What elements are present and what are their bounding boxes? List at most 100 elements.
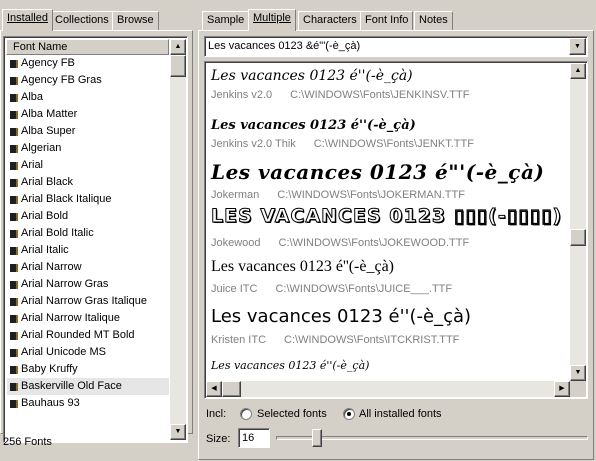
sample-text-input[interactable]: Les vacances 0123 &é"'(-è_çà): [208, 40, 360, 52]
truetype-font-icon: [10, 128, 18, 136]
truetype-font-icon: [10, 179, 18, 187]
all-installed-fonts-label[interactable]: All installed fonts: [359, 408, 442, 420]
selected-fonts-radio[interactable]: [240, 408, 252, 420]
preview-sample-2: Les vacances 0123 é''(-è_çà): [211, 118, 416, 133]
font-list-item[interactable]: Arial Narrow Gras: [7, 276, 169, 293]
font-list-item[interactable]: Arial Narrow Gras Italique: [7, 293, 169, 310]
font-list-item[interactable]: Algerian: [7, 140, 169, 157]
font-list-item-label: Arial Italic: [21, 244, 69, 256]
font-list-item[interactable]: Arial Narrow: [7, 259, 169, 276]
preview-font-path-1: C:\WINDOWS\Fonts\JENKINSV.TTF: [290, 89, 470, 101]
preview-scroll-left-button[interactable]: ◀: [206, 381, 222, 397]
truetype-font-icon: [10, 281, 18, 289]
size-slider-track[interactable]: [276, 436, 588, 440]
tab-font-info-label: Font Info: [365, 14, 409, 26]
preview-meta-4: Jokewood C:\WINDOWS\Fonts\JOKEWOOD.TTF: [211, 237, 469, 249]
preview-sample-1: Les vacances 0123 é''(-è_çà): [211, 68, 413, 84]
font-list-item-label: Arial Rounded MT Bold: [21, 329, 135, 341]
font-list-item-label: Arial Bold Italic: [21, 227, 94, 239]
preview-font-name-6: Kristen ITC: [211, 334, 267, 346]
font-list-item[interactable]: Arial Bold Italic: [7, 225, 169, 242]
tab-sample[interactable]: Sample: [202, 11, 250, 30]
preview-font-name-4: Jokewood: [211, 237, 261, 249]
installed-panel: Font Name Agency FB Agency FB Gras Alba Alb…: [0, 30, 193, 443]
font-list[interactable]: Font Name Agency FB Agency FB Gras Alba Alb…: [3, 36, 188, 443]
scrollbar-corner: [570, 381, 586, 397]
preview-font-name-2: Jenkins v2.0 Thik: [211, 138, 296, 150]
font-list-item-label: Arial Unicode MS: [21, 346, 106, 358]
preview-vertical-scroll-thumb[interactable]: [570, 229, 586, 246]
font-list-scroll-thumb[interactable]: [170, 55, 186, 77]
font-list-item[interactable]: Baby Kruffy: [7, 361, 169, 378]
preview-horizontal-scrollbar[interactable]: ◀ ▶: [206, 381, 570, 397]
font-list-item-label: Alba Matter: [21, 108, 78, 120]
tab-multiple[interactable]: Multiple: [248, 9, 296, 31]
truetype-font-icon: [10, 162, 18, 170]
preview-font-name-3: Jokerman: [211, 189, 260, 201]
font-list-item-label: Agency FB: [21, 57, 75, 69]
font-list-item-label: Arial Narrow Gras: [21, 278, 109, 290]
font-list-item[interactable]: Arial: [7, 157, 169, 174]
truetype-font-icon: [10, 349, 18, 357]
font-name-header-label: Font Name: [13, 41, 68, 53]
font-list-item[interactable]: Bauhaus 93: [7, 395, 169, 412]
tab-notes[interactable]: Notes: [414, 11, 453, 30]
truetype-font-icon: [10, 77, 18, 85]
font-list-item[interactable]: Agency FB Gras: [7, 72, 169, 89]
font-list-item[interactable]: Arial Black: [7, 174, 169, 191]
size-slider-thumb[interactable]: [312, 429, 323, 447]
include-label: Incl:: [206, 408, 227, 420]
tab-font-info[interactable]: Font Info: [360, 11, 414, 30]
preview-sample-5: Les vacances 0123 é''(-è_çà): [211, 258, 394, 275]
preview-font-path-3: C:\WINDOWS\Fonts\JOKERMAN.TTF: [277, 189, 465, 201]
preview-font-name-5: Juice ITC: [211, 283, 258, 295]
preview-horizontal-scroll-thumb[interactable]: [222, 381, 241, 397]
preview-font-path-2: C:\WINDOWS\Fonts\JENKT.TTF: [313, 138, 474, 150]
font-list-item[interactable]: Alba: [7, 89, 169, 106]
font-list-item[interactable]: Arial Bold: [7, 208, 169, 225]
font-list-item-label: Bauhaus 93: [21, 397, 80, 409]
tab-browse[interactable]: Browse: [112, 11, 159, 30]
scroll-up-button[interactable]: ▲: [170, 39, 186, 55]
sample-text-combo[interactable]: Les vacances 0123 &é"'(-è_çà) ▼: [204, 36, 588, 57]
font-list-item[interactable]: Baskerville Old Face: [7, 378, 169, 395]
preview-meta-3: Jokerman C:\WINDOWS\Fonts\JOKERMAN.TTF: [211, 189, 465, 201]
preview-scroll-up-button[interactable]: ▲: [570, 63, 586, 79]
size-input[interactable]: 16: [238, 428, 270, 448]
font-list-item[interactable]: Agency FB: [7, 55, 169, 72]
preview-scroll-down-button[interactable]: ▼: [570, 365, 586, 381]
font-name-column-header[interactable]: Font Name: [6, 39, 169, 55]
tab-collections[interactable]: Collections: [50, 11, 114, 30]
truetype-font-icon: [10, 213, 18, 221]
sample-text-dropdown-button[interactable]: ▼: [569, 38, 586, 55]
font-list-item-label: Alba: [21, 91, 44, 103]
font-list-item[interactable]: Arial Narrow Italique: [7, 310, 169, 327]
preview-meta-5: Juice ITC C:\WINDOWS\Fonts\JUICE___.TTF: [211, 283, 452, 295]
tab-characters[interactable]: Characters: [298, 11, 362, 30]
font-list-scrollbar[interactable]: ▲ ▼: [170, 39, 186, 440]
font-list-item-label: Arial Black: [21, 176, 73, 188]
truetype-font-icon: [10, 145, 18, 153]
tab-installed[interactable]: Installed: [2, 9, 53, 31]
preview-font-path-4: C:\WINDOWS\Fonts\JOKEWOOD.TTF: [278, 237, 470, 249]
preview-vertical-scrollbar[interactable]: ▲ ▼: [570, 63, 586, 381]
font-list-item[interactable]: Arial Italic: [7, 242, 169, 259]
font-list-item[interactable]: Alba Super: [7, 123, 169, 140]
font-list-item[interactable]: Arial Black Italique: [7, 191, 169, 208]
scroll-down-button[interactable]: ▼: [170, 424, 186, 440]
font-list-item-label: Arial Narrow: [21, 261, 82, 273]
truetype-font-icon: [10, 196, 18, 204]
truetype-font-icon: [10, 400, 18, 408]
font-list-item[interactable]: Alba Matter: [7, 106, 169, 123]
font-list-item-label: Baby Kruffy: [21, 363, 78, 375]
preview-scroll-right-button[interactable]: ▶: [554, 381, 570, 397]
preview-area[interactable]: Les vacances 0123 é''(-è_çà) Jenkins v2.…: [204, 61, 588, 399]
font-list-item[interactable]: Arial Rounded MT Bold: [7, 327, 169, 344]
font-list-item[interactable]: Arial Unicode MS: [7, 344, 169, 361]
all-installed-fonts-radio[interactable]: [343, 408, 355, 420]
preview-sample-4: LES VACANCES 0123 ▯▯▯(-▯▯▯▯): [210, 205, 563, 228]
size-value[interactable]: 16: [242, 432, 254, 444]
selected-fonts-label[interactable]: Selected fonts: [257, 408, 327, 420]
preview-font-name-1: Jenkins v2.0: [211, 89, 273, 101]
font-list-item-label: Agency FB Gras: [21, 74, 102, 86]
